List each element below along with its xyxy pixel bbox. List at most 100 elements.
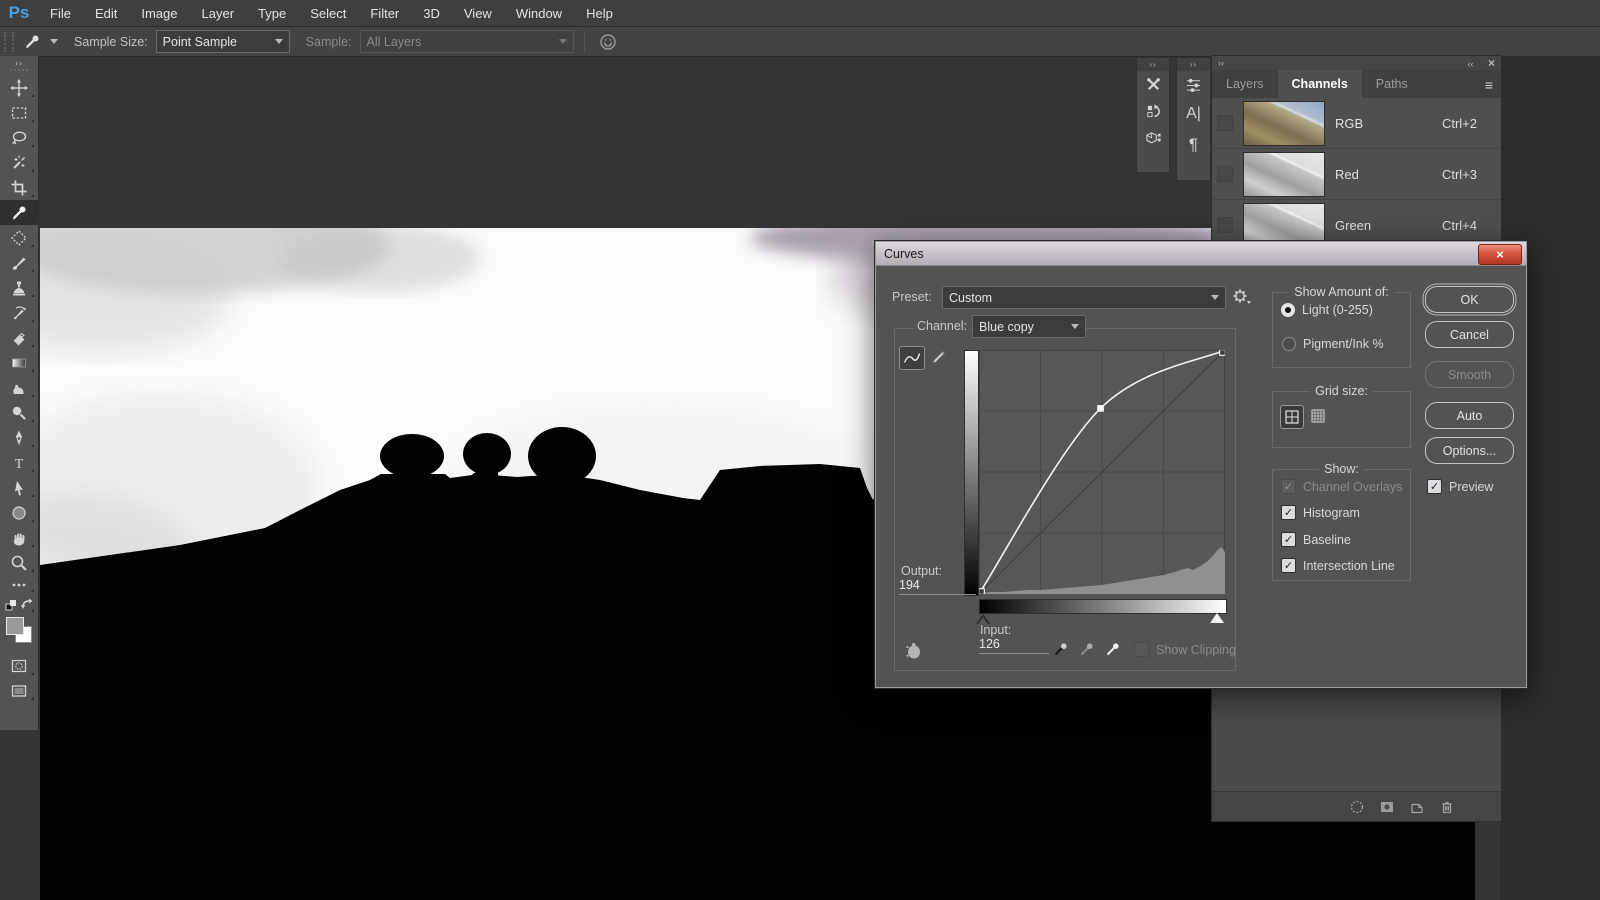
menu-image[interactable]: Image <box>129 1 189 26</box>
white-point-slider[interactable] <box>1210 613 1224 623</box>
options-button[interactable]: Options... <box>1425 437 1514 464</box>
draw-curve-pencil-button[interactable] <box>927 346 951 368</box>
delete-channel-icon[interactable] <box>1439 799 1455 815</box>
menu-layer[interactable]: Layer <box>190 1 247 26</box>
quick-mask-mode-button[interactable] <box>0 653 38 678</box>
zoom-tool[interactable] <box>0 550 38 575</box>
input-value-field[interactable]: 126 <box>979 637 1049 654</box>
channel-thumbnail[interactable] <box>1243 101 1325 146</box>
hand-tool[interactable] <box>0 525 38 550</box>
channel-row-red[interactable]: Red Ctrl+3 <box>1212 149 1501 200</box>
edit-points-mode-button[interactable] <box>899 346 925 370</box>
crop-tool[interactable] <box>0 175 38 200</box>
brush-settings-panel-button[interactable] <box>1177 71 1210 98</box>
channel-dropdown[interactable]: Blue copy <box>972 315 1086 338</box>
eraser-tool[interactable] <box>0 325 38 350</box>
gradient-tool[interactable] <box>0 350 38 375</box>
3d-panel-button[interactable] <box>1137 125 1169 152</box>
cancel-button[interactable]: Cancel <box>1425 321 1514 348</box>
menu-select[interactable]: Select <box>298 1 358 26</box>
type-tool[interactable]: T <box>0 450 38 475</box>
histogram-checkbox[interactable]: ✓ <box>1281 505 1296 520</box>
curve-plot[interactable] <box>979 350 1225 594</box>
tab-layers[interactable]: Layers <box>1212 70 1278 98</box>
white-point-eyedropper[interactable] <box>1104 640 1122 658</box>
load-selection-icon[interactable] <box>1349 799 1365 815</box>
panel-collapse-arrows[interactable]: ›› <box>1137 58 1169 71</box>
dialog-title-bar[interactable]: Curves × <box>876 242 1526 266</box>
menu-type[interactable]: Type <box>246 1 298 26</box>
preview-row[interactable]: ✓ Preview <box>1427 479 1493 494</box>
sample-size-dropdown[interactable]: Point Sample <box>156 30 290 53</box>
menu-filter[interactable]: Filter <box>358 1 411 26</box>
screen-mode-button[interactable] <box>0 678 38 703</box>
output-value-field[interactable]: 194 <box>899 578 976 595</box>
new-channel-icon[interactable] <box>1409 799 1425 815</box>
black-point-eyedropper[interactable] <box>1052 640 1070 658</box>
targeted-adjustment-hand-icon[interactable] <box>901 640 923 662</box>
dodge-tool[interactable] <box>0 400 38 425</box>
tool-presets-panel-button[interactable] <box>1137 71 1169 98</box>
foreground-color-swatch[interactable] <box>6 617 24 635</box>
smudge-tool[interactable] <box>0 375 38 400</box>
coarse-grid-button[interactable] <box>1280 405 1304 429</box>
dock-collapse-arrows[interactable]: ‹‹ <box>1467 59 1473 69</box>
character-panel-button[interactable]: A| <box>1177 98 1210 130</box>
color-swatches[interactable] <box>6 617 32 643</box>
menu-file[interactable]: File <box>38 1 83 26</box>
history-panel-button[interactable] <box>1137 98 1169 125</box>
fine-grid-button[interactable] <box>1307 405 1329 427</box>
histogram-row[interactable]: ✓ Histogram <box>1281 505 1360 520</box>
edit-toolbar-button[interactable] <box>0 575 38 595</box>
lasso-tool[interactable] <box>0 125 38 150</box>
rectangular-marquee-tool[interactable] <box>0 100 38 125</box>
dialog-close-button[interactable]: × <box>1478 244 1522 265</box>
path-selection-tool[interactable] <box>0 475 38 500</box>
clone-stamp-tool[interactable] <box>0 275 38 300</box>
channel-thumbnail[interactable] <box>1243 152 1325 197</box>
ok-button[interactable]: OK <box>1425 286 1514 313</box>
pigment-radio-row[interactable]: Pigment/Ink % <box>1282 337 1384 351</box>
visibility-toggle[interactable] <box>1217 166 1233 182</box>
light-radio-row[interactable]: Light (0-255) <box>1281 303 1373 317</box>
pen-tool[interactable] <box>0 425 38 450</box>
dock-expand-arrows[interactable]: ›› <box>1218 58 1224 68</box>
visibility-toggle[interactable] <box>1217 115 1233 131</box>
intersection-line-row[interactable]: ✓ Intersection Line <box>1281 558 1395 573</box>
brush-tool[interactable] <box>0 250 38 275</box>
smiley-icon[interactable] <box>599 33 617 51</box>
light-radio[interactable] <box>1281 303 1295 317</box>
tab-paths[interactable]: Paths <box>1362 70 1422 98</box>
channel-row-rgb[interactable]: RGB Ctrl+2 <box>1212 98 1501 149</box>
dock-close-icon[interactable]: × <box>1488 56 1495 70</box>
history-brush-tool[interactable] <box>0 300 38 325</box>
paragraph-panel-button[interactable]: ¶ <box>1177 130 1210 160</box>
preset-options-gear-icon[interactable] <box>1232 288 1252 306</box>
options-bar-grip[interactable] <box>4 32 14 52</box>
tab-channels[interactable]: Channels <box>1278 70 1362 98</box>
gray-point-eyedropper[interactable] <box>1078 640 1096 658</box>
panel-collapse-arrows[interactable]: ›› <box>1177 58 1210 71</box>
preset-dropdown[interactable]: Custom <box>942 286 1226 309</box>
pigment-radio[interactable] <box>1282 337 1296 351</box>
eyedropper-tool[interactable] <box>0 200 38 225</box>
menu-help[interactable]: Help <box>574 1 625 26</box>
toolbar-collapse-arrows[interactable]: ›› <box>15 56 23 69</box>
menu-3d[interactable]: 3D <box>411 1 452 26</box>
menu-window[interactable]: Window <box>504 1 574 26</box>
menu-view[interactable]: View <box>452 1 504 26</box>
auto-button[interactable]: Auto <box>1425 402 1514 429</box>
menu-edit[interactable]: Edit <box>83 1 129 26</box>
baseline-checkbox[interactable]: ✓ <box>1281 532 1296 547</box>
panel-menu-icon[interactable]: ≡ <box>1485 77 1493 93</box>
quick-selection-tool[interactable] <box>0 150 38 175</box>
baseline-row[interactable]: ✓ Baseline <box>1281 532 1351 547</box>
save-selection-as-channel-icon[interactable] <box>1379 799 1395 815</box>
intersection-line-checkbox[interactable]: ✓ <box>1281 558 1296 573</box>
visibility-toggle[interactable] <box>1217 217 1233 233</box>
preview-checkbox[interactable]: ✓ <box>1427 479 1442 494</box>
healing-brush-tool[interactable] <box>0 225 38 250</box>
move-tool[interactable] <box>0 75 38 100</box>
toolbar-grip[interactable] <box>10 69 28 71</box>
ellipse-tool[interactable] <box>0 500 38 525</box>
